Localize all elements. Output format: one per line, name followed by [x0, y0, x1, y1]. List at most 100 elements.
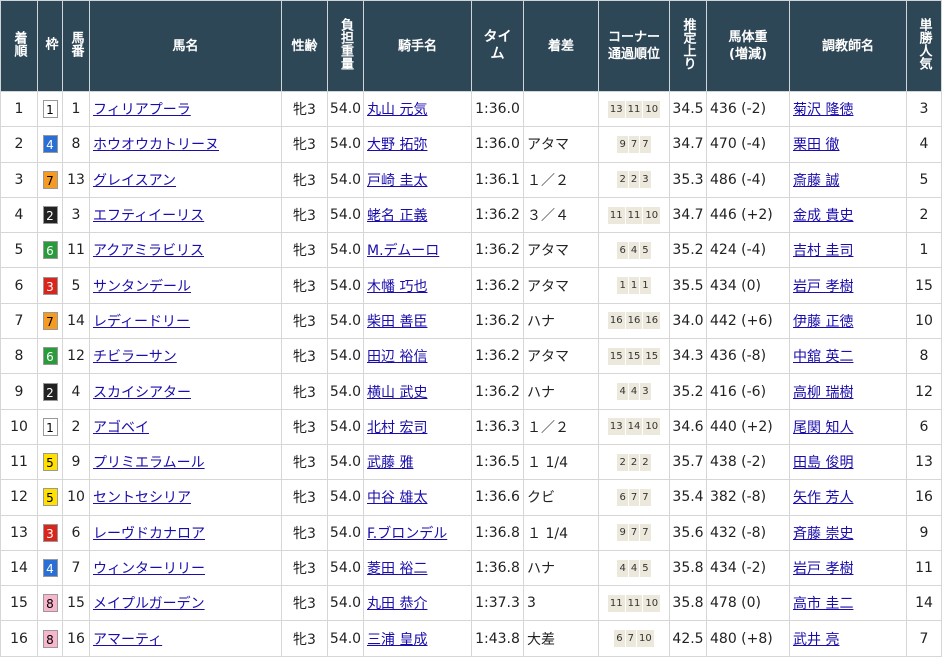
horse-name-link[interactable]: アクアミラビリス [93, 243, 204, 259]
jockey-cell[interactable]: 菱田 裕二 [363, 549, 472, 587]
jockey-cell[interactable]: 木幡 巧也 [363, 267, 472, 304]
trainer-name-link[interactable]: 高柳 瑞樹 [793, 385, 853, 401]
horse-name-link[interactable]: エフティイーリス [93, 208, 204, 224]
horse-name-link[interactable]: アマーティ [93, 632, 162, 648]
jockey-cell[interactable]: 横山 武史 [363, 373, 472, 410]
horse-name-link[interactable]: プリミエラムール [93, 455, 205, 471]
jockey-cell[interactable]: M.デムーロ [363, 232, 472, 269]
trainer-cell[interactable]: 岩戸 孝樹 [789, 267, 907, 304]
trainer-name-link[interactable]: 矢作 芳人 [793, 490, 853, 506]
horse-cell[interactable]: アクアミラビリス [89, 232, 282, 269]
trainer-name-link[interactable]: 岩戸 孝樹 [793, 561, 853, 577]
trainer-name-link[interactable]: 栗田 徹 [793, 137, 839, 153]
trainer-name-link[interactable]: 高市 圭二 [793, 596, 853, 612]
jockey-cell[interactable]: 大野 拓弥 [363, 126, 472, 163]
horse-cell[interactable]: アマーティ [89, 620, 282, 657]
corner-position: 11 [625, 594, 643, 612]
trainer-cell[interactable]: 栗田 徹 [789, 126, 907, 163]
jockey-name-link[interactable]: 丸山 元気 [367, 102, 427, 118]
horse-cell[interactable]: ウィンターリリー [89, 549, 282, 587]
jockey-name-link[interactable]: F.ブロンデル [367, 526, 447, 542]
trainer-name-link[interactable]: 吉村 圭司 [793, 243, 853, 259]
jockey-name-link[interactable]: 横山 武史 [367, 385, 427, 401]
horse-cell[interactable]: グレイスアン [89, 161, 282, 198]
jockey-cell[interactable]: 丸田 恭介 [363, 585, 472, 622]
jockey-cell[interactable]: 三浦 皇成 [363, 620, 472, 657]
jockey-cell[interactable]: 丸山 元気 [363, 90, 472, 128]
horse-name-link[interactable]: レーヴドカナロア [93, 526, 205, 542]
trainer-name-link[interactable]: 伊藤 正徳 [793, 314, 853, 330]
trainer-name-link[interactable]: 斉藤 崇史 [793, 526, 853, 542]
jockey-name-link[interactable]: 柴田 善臣 [367, 314, 427, 330]
trainer-cell[interactable]: 菊沢 隆徳 [789, 90, 907, 128]
jockey-name-link[interactable]: 大野 拓弥 [367, 137, 427, 153]
trainer-name-link[interactable]: 菊沢 隆徳 [793, 102, 853, 118]
trainer-cell[interactable]: 尾関 知人 [789, 408, 907, 445]
jockey-cell[interactable]: 中谷 雄太 [363, 479, 472, 516]
trainer-name-link[interactable]: 田島 俊明 [793, 455, 853, 471]
trainer-cell[interactable]: 吉村 圭司 [789, 232, 907, 269]
jockey-name-link[interactable]: 中谷 雄太 [367, 490, 427, 506]
trainer-cell[interactable]: 金成 貴史 [789, 196, 907, 234]
horse-name-link[interactable]: アゴベイ [93, 420, 149, 436]
trainer-cell[interactable]: 田島 俊明 [789, 443, 907, 481]
horse-cell[interactable]: アゴベイ [89, 408, 282, 445]
jockey-name-link[interactable]: 武藤 雅 [367, 455, 413, 471]
jockey-name-link[interactable]: 北村 宏司 [367, 420, 427, 436]
horse-name-link[interactable]: ウィンターリリー [93, 561, 205, 577]
trainer-name-link[interactable]: 斎藤 誠 [793, 173, 839, 189]
jockey-name-link[interactable]: 田辺 裕信 [367, 349, 427, 365]
horse-name-link[interactable]: セントセシリア [93, 490, 191, 506]
horse-name-link[interactable]: メイプルガーデン [93, 596, 205, 612]
jockey-name-link[interactable]: 菱田 裕二 [367, 561, 427, 577]
jockey-name-link[interactable]: M.デムーロ [367, 243, 439, 259]
trainer-name-link[interactable]: 金成 貴史 [793, 208, 853, 224]
trainer-cell[interactable]: 斉藤 崇史 [789, 514, 907, 551]
trainer-cell[interactable]: 伊藤 正徳 [789, 302, 907, 340]
horse-cell[interactable]: ホウオウカトリーヌ [89, 126, 282, 163]
horse-cell[interactable]: メイプルガーデン [89, 585, 282, 622]
horse-name-link[interactable]: ホウオウカトリーヌ [93, 137, 219, 153]
horse-name-link[interactable]: サンタンデール [93, 279, 191, 295]
horse-cell[interactable]: フィリアプーラ [89, 90, 282, 128]
trainer-cell[interactable]: 中舘 英二 [789, 338, 907, 375]
horse-name-link[interactable]: フィリアプーラ [93, 102, 191, 118]
horse-cell[interactable]: レーヴドカナロア [89, 514, 282, 551]
trainer-cell[interactable]: 矢作 芳人 [789, 479, 907, 516]
jockey-cell[interactable]: 柴田 善臣 [363, 302, 472, 340]
jockey-cell[interactable]: 北村 宏司 [363, 408, 472, 445]
horse-cell[interactable]: スカイシアター [89, 373, 282, 410]
header-row: 着順 枠 馬番 馬名 性齢 負担重量 騎手名 タイム 着差 コーナー通過順位 推… [0, 0, 942, 92]
trainer-cell[interactable]: 高市 圭二 [789, 585, 907, 622]
trainer-name-link[interactable]: 中舘 英二 [793, 349, 853, 365]
jockey-cell[interactable]: 蛯名 正義 [363, 196, 472, 234]
horse-cell[interactable]: プリミエラムール [89, 443, 282, 481]
jockey-name-link[interactable]: 戸崎 圭太 [367, 173, 427, 189]
trainer-cell[interactable]: 高柳 瑞樹 [789, 373, 907, 410]
jockey-cell[interactable]: 武藤 雅 [363, 443, 472, 481]
horse-cell[interactable]: レディードリー [89, 302, 282, 340]
horse-name-link[interactable]: グレイスアン [93, 173, 176, 189]
trainer-name-link[interactable]: 岩戸 孝樹 [793, 279, 853, 295]
horse-cell[interactable]: エフティイーリス [89, 196, 282, 234]
jockey-cell[interactable]: 戸崎 圭太 [363, 161, 472, 198]
jockey-name-link[interactable]: 蛯名 正義 [367, 208, 427, 224]
horse-name-link[interactable]: レディードリー [93, 314, 190, 330]
horse-name-link[interactable]: チビラーサン [93, 349, 177, 365]
jockey-name-link[interactable]: 丸田 恭介 [367, 596, 427, 612]
jockey-name-link[interactable]: 木幡 巧也 [367, 279, 427, 295]
trainer-cell[interactable]: 岩戸 孝樹 [789, 549, 907, 587]
corner-cell: 11 11 10 [598, 585, 670, 622]
trainer-cell[interactable]: 斎藤 誠 [789, 161, 907, 198]
trainer-cell[interactable]: 武井 亮 [789, 620, 907, 657]
horse-cell[interactable]: サンタンデール [89, 267, 282, 304]
jockey-name-link[interactable]: 三浦 皇成 [367, 632, 427, 648]
jockey-cell[interactable]: 田辺 裕信 [363, 338, 472, 375]
trainer-name-link[interactable]: 尾関 知人 [793, 420, 853, 436]
horse-name-link[interactable]: スカイシアター [93, 385, 191, 401]
horse-cell[interactable]: セントセシリア [89, 479, 282, 516]
waku-cell: 6 [37, 338, 63, 375]
trainer-name-link[interactable]: 武井 亮 [793, 632, 839, 648]
jockey-cell[interactable]: F.ブロンデル [363, 514, 472, 551]
horse-cell[interactable]: チビラーサン [89, 338, 282, 375]
